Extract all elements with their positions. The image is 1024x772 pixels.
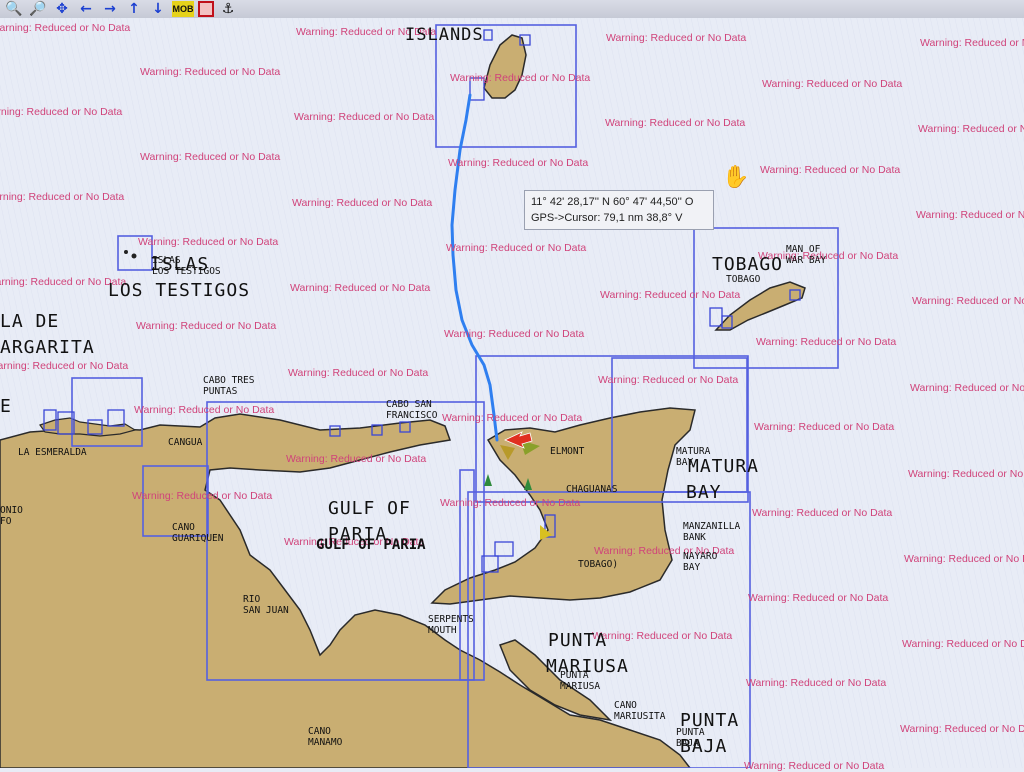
warning-label: Warning: Reduced or No Data [132,490,273,502]
warning-label: Warning: Reduced or No Data [140,66,281,78]
warning-label: Warning: Reduced or No Data [916,209,1024,221]
warning-label: Warning: Reduced or No Data [0,106,123,118]
label-gulf-of-paria: GULF OF PARIA [316,537,426,553]
warning-label: Warning: Reduced or No Data [598,374,739,386]
label-tobago-small: TOBAGO [726,274,761,285]
warning-label: Warning: Reduced or No Data [592,630,733,642]
warning-label: Warning: Reduced or No Data [448,157,589,169]
zoom-out-icon[interactable]: 🔎 [28,1,48,17]
label-la-esmeralda: LA ESMERALDA [18,447,87,458]
arrow-right-icon[interactable]: → [100,1,120,17]
warning-label: Warning: Reduced or No Data [0,22,131,34]
zoom-in-icon[interactable]: 🔍 [4,1,24,17]
warning-label: Warning: Reduced or No Data [756,336,897,348]
warning-label: Warning: Reduced or No Data [294,111,435,123]
label-matura-bay: BAY [686,482,722,503]
warning-label: Warning: Reduced or No Data [288,367,429,379]
label-islands: ISLANDS [405,25,484,45]
warning-label: Warning: Reduced or No Data [904,553,1024,565]
label-cabo-san-francisco: CABO SAN FRANCISCO [386,399,438,421]
label-punta-baja-small: PUNTA BAJA [676,727,705,749]
warning-label: Warning: Reduced or No Data [290,282,431,294]
arrow-down-icon[interactable]: ↓ [148,1,168,17]
warning-label: Warning: Reduced or No Data [748,592,889,604]
label-argarita: ARGARITA [0,337,95,358]
warning-label: Warning: Reduced or No Data [746,677,887,689]
cursor-position-text: 11° 42' 28,17'' N 60° 47' 44,50'' O [531,196,694,208]
warning-label: Warning: Reduced or No Data [762,78,903,90]
arrow-left-icon[interactable]: ← [76,1,96,17]
warning-label: Warning: Reduced or No Data [744,760,885,772]
label-cabo-tres-puntas: CABO TRES PUNTAS [203,375,255,397]
label-punta: PUNTA [548,630,608,651]
warning-label: Warning: Reduced or No Data [136,320,277,332]
label-cano-manamo: CANO MANAMO [308,726,343,748]
warning-label: Warning: Reduced or No Data [134,404,275,416]
warning-label: Warning: Reduced or No Data [902,638,1024,650]
label-matura: MATURA [688,456,760,477]
stop-button[interactable] [198,1,214,17]
label-tobago: TOBAGO [712,254,784,275]
label-punta-mariusa-small: PUNTA MARIUSA [560,670,601,692]
label-serpents-mouth: SERPENTS MOUTH [428,614,474,636]
hand-cursor-icon: ✋ [722,164,750,189]
label-elmont: ELMONT [550,446,585,457]
arrow-up-icon[interactable]: ↑ [124,1,144,17]
label-cano-mariusita: CANO MARIUSITA [614,700,666,722]
warning-label: Warning: Reduced or No Data [920,37,1024,49]
label-rio-san-juan: RIO SAN JUAN [243,594,289,616]
warning-label: Warning: Reduced or No Data [752,507,893,519]
nautical-chart[interactable] [0,0,1024,768]
warning-label: Warning: Reduced or No Data [440,497,581,509]
chart-toolbar: 🔍 🔎 ✥ ← → ↑ ↓ MOB ⚓ [0,0,1024,18]
warning-label: Warning: Reduced or No Data [0,191,125,203]
pan-icon[interactable]: ✥ [52,1,72,17]
warning-label: Warning: Reduced or No Data [442,412,583,424]
gps-cursor-distance-text: GPS->Cursor: 79,1 nm 38,8° V [531,212,683,224]
label-tobago-trinidad: TOBAGO) [578,559,619,570]
label-cangua: CANGUA [168,437,203,448]
warning-label: Warning: Reduced or No Data [286,453,427,465]
label-nayaro-bay: NAYARO BAY [683,551,718,573]
warning-label: Warning: Reduced or No Data [450,72,591,84]
label-e: E [0,396,12,417]
warning-label: Warning: Reduced or No Data [918,123,1024,135]
warning-label: Warning: Reduced or No Data [754,421,895,433]
warning-label: Warning: Reduced or No Data [900,723,1024,735]
warning-label: Warning: Reduced or No Data [0,360,129,372]
warning-label: Warning: Reduced or No Data [912,295,1024,307]
warning-label: Warning: Reduced or No Data [600,289,741,301]
label-chaguanas: CHAGUANAS [566,484,618,495]
warning-label: Warning: Reduced or No Data [908,468,1024,480]
label-man-of-war-bay: MAN OF WAR BAY [786,244,827,266]
label-islas-small: ISLAS LOS TESTIGOS [152,255,221,277]
label-los-testigos: LOS TESTIGOS [108,280,251,301]
anchor-icon[interactable]: ⚓ [218,1,238,17]
warning-label: Warning: Reduced or No Data [446,242,587,254]
warning-label: Warning: Reduced or No Data [138,236,279,248]
warning-label: Warning: Reduced or No Data [606,32,747,44]
label-manzanilla-bank: MANZANILLA BANK [683,521,741,543]
label-cano-guariquen: CANO GUARIQUEN [172,522,224,544]
warning-label: Warning: Reduced or No Data [292,197,433,209]
warning-label: Warning: Reduced or No Data [760,164,901,176]
warning-label: Warning: Reduced or No Data [140,151,281,163]
label-la-de: LA DE [0,311,60,332]
label-onio: ONIO FO [0,505,23,527]
warning-label: Warning: Reduced or No Data [444,328,585,340]
warning-label: Warning: Reduced or No Data [605,117,746,129]
cursor-info-tooltip: 11° 42' 28,17'' N 60° 47' 44,50'' O GPS-… [524,190,714,230]
mob-button[interactable]: MOB [172,1,194,17]
label-gulf-of: GULF OF [328,498,411,519]
warning-label: Warning: Reduced or No Data [910,382,1024,394]
